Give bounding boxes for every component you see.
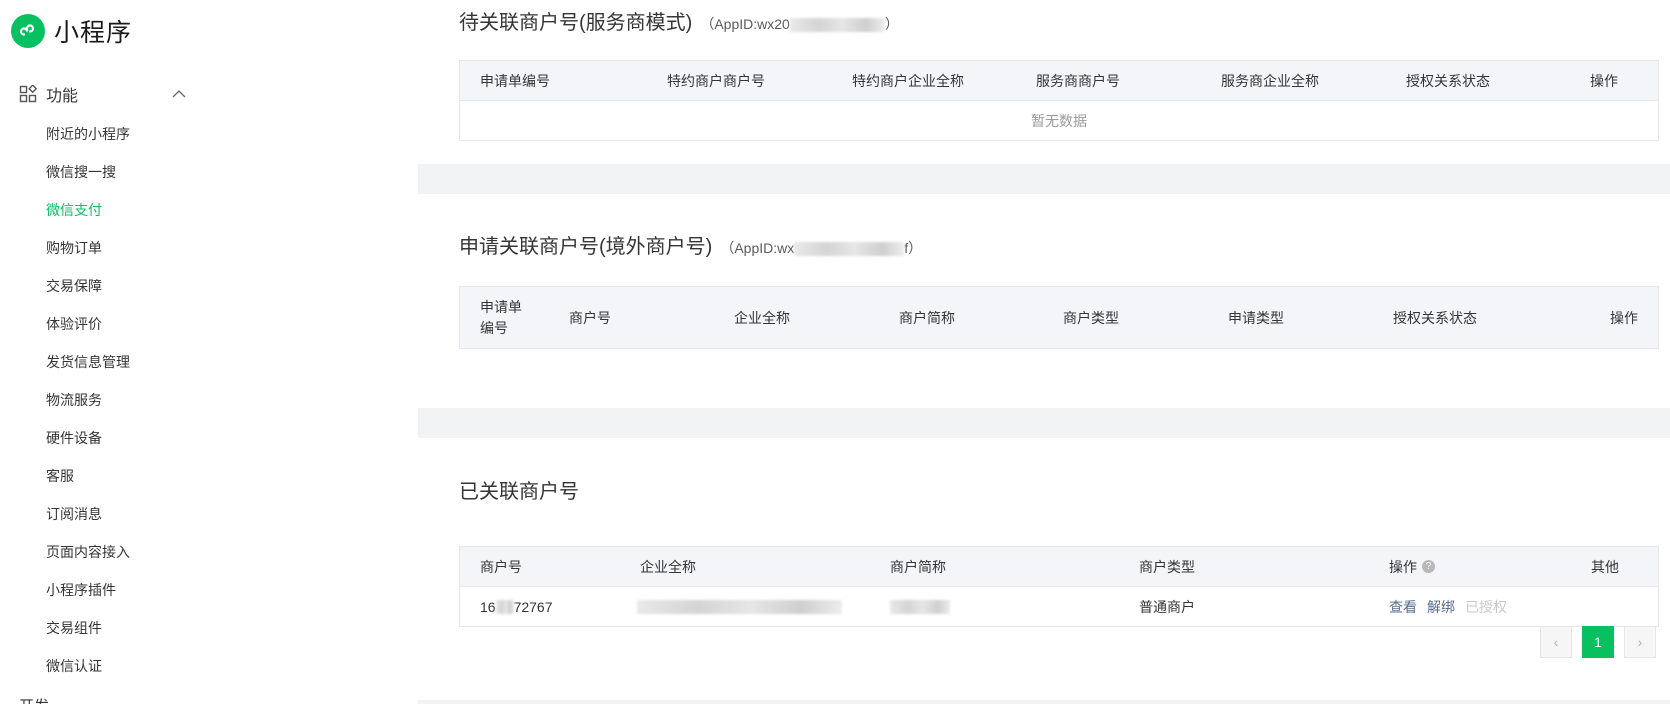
- col-header: 商户简称: [890, 558, 946, 575]
- redacted-short-name: [890, 599, 950, 614]
- pending-merchants-title: 待关联商户号(服务商模式) （AppID:wx20）: [459, 12, 899, 34]
- redacted-appid: [789, 18, 885, 33]
- sidebar-item[interactable]: 客服: [46, 466, 74, 486]
- col-header: 授权关系状态: [1406, 72, 1490, 89]
- empty-row: 暂无数据: [460, 101, 1658, 140]
- linked-merchants-card: 已关联商户号 商户号 企业全称 商户简称 商户类型 操作? 其他 16 72767…: [418, 438, 1670, 700]
- grid-icon: [19, 84, 38, 103]
- company-name: [637, 587, 842, 626]
- view-link[interactable]: 查看: [1389, 597, 1417, 617]
- overseas-merchants-table: 申请单编号 商户号 企业全称 商户简称 商户类型 申请类型 授权关系状态 操作: [459, 286, 1659, 349]
- col-header: 服务商企业全称: [1221, 72, 1319, 89]
- col-header: 其他: [1591, 558, 1619, 575]
- pending-merchants-card: 待关联商户号(服务商模式) （AppID:wx20） 申请单编号 特约商户商户号 …: [418, 0, 1670, 164]
- appid-label: （AppID:wx20）: [700, 16, 899, 33]
- sidebar-item[interactable]: 物流服务: [46, 390, 102, 410]
- col-header: 授权关系状态: [1393, 309, 1477, 326]
- chevron-right-icon: ›: [1637, 634, 1643, 650]
- redacted-company-name: [637, 599, 842, 614]
- sidebar-item[interactable]: 交易组件: [46, 618, 102, 638]
- merchant-type: 普通商户: [1139, 598, 1195, 615]
- linked-merchants-title: 已关联商户号: [459, 481, 579, 503]
- col-header: 商户简称: [899, 309, 955, 326]
- sidebar-item[interactable]: 订阅消息: [46, 504, 102, 524]
- sidebar-item[interactable]: 购物订单: [46, 238, 102, 258]
- sidebar-item[interactable]: 硬件设备: [46, 428, 102, 448]
- nav-group-features[interactable]: 功能: [19, 82, 187, 106]
- col-header: 申请单编号: [480, 72, 550, 89]
- help-icon[interactable]: ?: [1422, 560, 1435, 573]
- col-header: 商户号: [569, 309, 611, 326]
- sidebar-item[interactable]: 交易保障: [46, 276, 102, 296]
- redacted-merchant-id: [495, 599, 514, 614]
- col-header: 申请类型: [1228, 309, 1284, 326]
- sidebar-item[interactable]: 小程序插件: [46, 580, 116, 600]
- overseas-merchants-title: 申请关联商户号(境外商户号) （AppID:wx f）: [459, 236, 923, 258]
- linked-merchants-table: 商户号 企业全称 商户简称 商户类型 操作? 其他 16 72767 普通商户 查…: [459, 546, 1659, 627]
- app-title: 小程序: [54, 19, 133, 47]
- row-actions: 查看 解绑 已授权: [1389, 587, 1507, 626]
- sidebar: 小程序 功能 附近的小程序 微信搜一搜微信支付购物订单交易保障体验评价发货信息管理…: [0, 0, 418, 704]
- unbind-link[interactable]: 解绑: [1427, 597, 1455, 617]
- col-header: 商户号: [480, 558, 522, 575]
- appid-label: （AppID:wx f）: [720, 240, 923, 257]
- sidebar-item[interactable]: 页面内容接入: [46, 542, 130, 562]
- col-header: 申请单编号: [480, 298, 522, 336]
- authorized-link-disabled: 已授权: [1465, 598, 1507, 615]
- col-header: 企业全称: [640, 558, 696, 575]
- empty-text: 暂无数据: [1031, 112, 1087, 129]
- page-button-current[interactable]: 1: [1582, 626, 1614, 658]
- app-logo[interactable]: 小程序: [11, 13, 132, 49]
- table-header: 申请单编号 特约商户商户号 特约商户企业全称 服务商商户号 服务商企业全称 授权…: [460, 61, 1658, 101]
- sidebar-item[interactable]: 附近的小程序: [46, 124, 130, 144]
- sidebar-item[interactable]: 发货信息管理: [46, 352, 130, 372]
- sidebar-item[interactable]: 微信支付: [46, 200, 102, 220]
- redacted-appid: [794, 242, 905, 257]
- col-header: 企业全称: [734, 309, 790, 326]
- col-header-actions: 操作?: [1389, 547, 1435, 586]
- pagination: ‹ 1 ›: [1540, 626, 1666, 658]
- col-header: 操作: [1610, 309, 1638, 326]
- prev-page-button[interactable]: ‹: [1540, 626, 1572, 658]
- overseas-merchants-card: 申请关联商户号(境外商户号) （AppID:wx f） 申请单编号 商户号 企业全称…: [418, 194, 1670, 408]
- nav-group-label: 功能: [46, 88, 79, 105]
- col-header: 商户类型: [1063, 309, 1119, 326]
- merchant-id: 16 72767: [480, 598, 553, 615]
- table-header: 申请单编号 商户号 企业全称 商户简称 商户类型 申请类型 授权关系状态 操作: [460, 287, 1658, 348]
- col-header: 特约商户企业全称: [852, 72, 964, 89]
- col-header: 操作: [1590, 72, 1618, 89]
- nav-group-develop-label: 开发: [19, 698, 49, 704]
- mini-program-logo-icon: [11, 14, 45, 48]
- col-header: 服务商商户号: [1036, 72, 1120, 89]
- chevron-up-icon[interactable]: [171, 86, 187, 107]
- merchant-short-name: [890, 587, 950, 626]
- table-row: 16 72767 普通商户 查看 解绑 已授权: [460, 587, 1658, 626]
- col-header: 特约商户商户号: [667, 72, 765, 89]
- table-header: 商户号 企业全称 商户简称 商户类型 操作? 其他: [460, 547, 1658, 587]
- nav-group-develop[interactable]: 开发: [19, 695, 49, 704]
- pending-merchants-table: 申请单编号 特约商户商户号 特约商户企业全称 服务商商户号 服务商企业全称 授权…: [459, 60, 1659, 141]
- sidebar-item[interactable]: 体验评价: [46, 314, 102, 334]
- col-header: 商户类型: [1139, 558, 1195, 575]
- sidebar-item[interactable]: 微信搜一搜: [46, 162, 116, 182]
- chevron-left-icon: ‹: [1553, 634, 1559, 650]
- sidebar-item[interactable]: 微信认证: [46, 656, 102, 676]
- next-page-button[interactable]: ›: [1624, 626, 1656, 658]
